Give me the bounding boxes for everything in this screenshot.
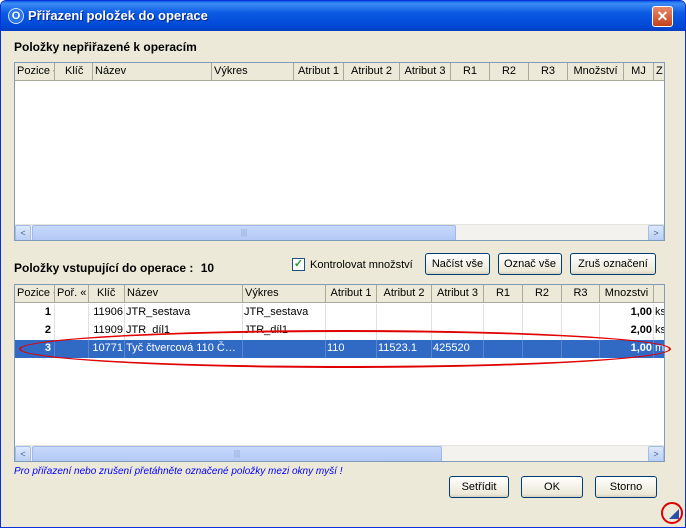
cell-atribut1: [326, 322, 377, 340]
app-icon: O: [8, 8, 24, 24]
table-row[interactable]: 2 11909 JTR_díl1 JTR_díl1 2,00 ks: [15, 322, 665, 340]
cell-mnozstvi: 2,00: [600, 322, 654, 340]
col-header-mnozstvi[interactable]: Mnozstvi: [600, 285, 654, 303]
col-header-mnozstvi[interactable]: Množství: [568, 63, 624, 81]
col-header-mj[interactable]: MJ: [624, 63, 654, 81]
cell-atribut1: 110: [326, 340, 377, 358]
cell-mj: ks: [655, 306, 665, 318]
cell-atribut3: 425520: [432, 340, 484, 358]
cell-mnozstvi: 1,00: [600, 340, 654, 358]
col-header-r1[interactable]: R1: [451, 63, 490, 81]
col-header-r2[interactable]: R2: [523, 285, 562, 303]
dialog-window: O Přiřazení položek do operace ✕ Položky…: [0, 0, 686, 528]
cell-atribut1: [326, 304, 377, 322]
cell-r3: [562, 304, 600, 322]
cell-mnozstvi: 1,00: [600, 304, 654, 322]
clear-selection-button[interactable]: Zruš označení: [570, 253, 656, 275]
input-items-label: Položky vstupující do operace : 10: [14, 261, 214, 275]
col-header-nazev[interactable]: Název: [125, 285, 243, 303]
cell-r1: [484, 340, 523, 358]
drag-drop-hint: Pro přiřazení nebo zrušení přetáhněte oz…: [14, 466, 343, 477]
resize-grip-icon[interactable]: [669, 509, 679, 519]
col-header-r2[interactable]: R2: [490, 63, 529, 81]
scroll-thumb[interactable]: |||: [32, 225, 456, 240]
col-header-nazev[interactable]: Název: [93, 63, 212, 81]
cell-mj: ks: [655, 324, 665, 336]
cell-r1: [484, 304, 523, 322]
col-header-r3[interactable]: R3: [562, 285, 600, 303]
cell-r3: [562, 322, 600, 340]
col-header-atribut1[interactable]: Atribut 1: [294, 63, 344, 81]
unassigned-hscrollbar[interactable]: < ||| >: [15, 224, 664, 240]
cell-poradi: [55, 322, 89, 340]
scroll-left-arrow[interactable]: <: [15, 225, 31, 240]
scroll-right-arrow[interactable]: >: [648, 225, 664, 240]
col-header-atribut1[interactable]: Atribut 1: [326, 285, 377, 303]
select-all-button[interactable]: Označ vše: [498, 253, 562, 275]
col-header-vykres[interactable]: Výkres: [212, 63, 294, 81]
col-header-klic[interactable]: Klíč: [55, 63, 93, 81]
cell-r2: [523, 322, 562, 340]
cell-atribut2: [377, 304, 432, 322]
input-items-grid[interactable]: Pozice « Poř. « Klíč Název Výkres Atribu…: [14, 284, 665, 462]
col-header-pozice[interactable]: Pozice «: [15, 285, 55, 303]
title-bar[interactable]: O Přiřazení položek do operace ✕: [1, 1, 685, 31]
col-header-atribut2[interactable]: Atribut 2: [377, 285, 432, 303]
cell-r1: [484, 322, 523, 340]
cell-klic: 10771: [89, 340, 125, 358]
cell-r3: [562, 340, 600, 358]
col-header-pozice[interactable]: Pozice «: [15, 63, 55, 81]
input-hscrollbar[interactable]: < ||| >: [15, 445, 664, 461]
unassigned-grid-header: Pozice « Klíč Název Výkres Atribut 1 Atr…: [15, 63, 664, 81]
cell-r2: [523, 304, 562, 322]
scroll-left-arrow[interactable]: <: [15, 446, 31, 461]
table-row-selected[interactable]: 3 10771 Tyč čtvercová 110 Č… 110 11523.1…: [15, 340, 665, 358]
col-header-atribut3[interactable]: Atribut 3: [432, 285, 484, 303]
col-header-r3[interactable]: R3: [529, 63, 568, 81]
col-header-r1[interactable]: R1: [484, 285, 523, 303]
close-button[interactable]: ✕: [652, 6, 673, 27]
ok-button[interactable]: OK: [521, 476, 583, 498]
cell-poradi: [55, 340, 89, 358]
cancel-button[interactable]: Storno: [595, 476, 657, 498]
check-quantity-label[interactable]: Kontrolovat množství: [310, 259, 413, 271]
cell-klic: 11906: [89, 304, 125, 322]
cell-poradi: [55, 304, 89, 322]
load-all-button[interactable]: Načíst vše: [425, 253, 490, 275]
cell-atribut3: [432, 322, 484, 340]
cell-atribut3: [432, 304, 484, 322]
table-row[interactable]: 1 11906 JTR_sestava JTR_sestava 1,00 ks: [15, 304, 665, 322]
cell-nazev: JTR_sestava: [125, 304, 243, 322]
input-items-count: 10: [200, 261, 215, 275]
cell-nazev: Tyč čtvercová 110 Č…: [125, 340, 243, 358]
scroll-thumb[interactable]: |||: [32, 446, 442, 461]
input-grid-header: Pozice « Poř. « Klíč Název Výkres Atribu…: [15, 285, 664, 303]
cell-klic: 11909: [89, 322, 125, 340]
cell-r2: [523, 340, 562, 358]
input-items-label-text: Položky vstupující do operace :: [14, 261, 194, 275]
cell-pozice: 2: [15, 322, 55, 340]
col-header-klic[interactable]: Klíč: [89, 285, 125, 303]
cell-pozice: 3: [15, 340, 55, 358]
col-header-vykres[interactable]: Výkres: [243, 285, 326, 303]
col-header-atribut2[interactable]: Atribut 2: [344, 63, 400, 81]
cell-mj: m: [655, 342, 665, 354]
col-header-atribut3[interactable]: Atribut 3: [400, 63, 451, 81]
cell-atribut2: 11523.1: [377, 340, 432, 358]
col-header-poradi[interactable]: Poř. «: [55, 285, 89, 303]
col-header-z[interactable]: Z: [654, 63, 664, 81]
check-quantity-checkbox[interactable]: ✓: [292, 258, 305, 271]
cell-vykres: [243, 340, 326, 358]
col-header-mj[interactable]: [654, 285, 664, 303]
unassigned-items-grid[interactable]: Pozice « Klíč Název Výkres Atribut 1 Atr…: [14, 62, 665, 241]
scroll-right-arrow[interactable]: >: [648, 446, 664, 461]
window-title: Přiřazení položek do operace: [28, 8, 208, 23]
sort-button[interactable]: Setřídit: [449, 476, 509, 498]
cell-nazev: JTR_díl1: [125, 322, 243, 340]
cell-vykres: JTR_sestava: [243, 304, 326, 322]
cell-atribut2: [377, 322, 432, 340]
cell-vykres: JTR_díl1: [243, 322, 326, 340]
cell-pozice: 1: [15, 304, 55, 322]
unassigned-items-label: Položky nepřiřazené k operacím: [14, 40, 197, 54]
